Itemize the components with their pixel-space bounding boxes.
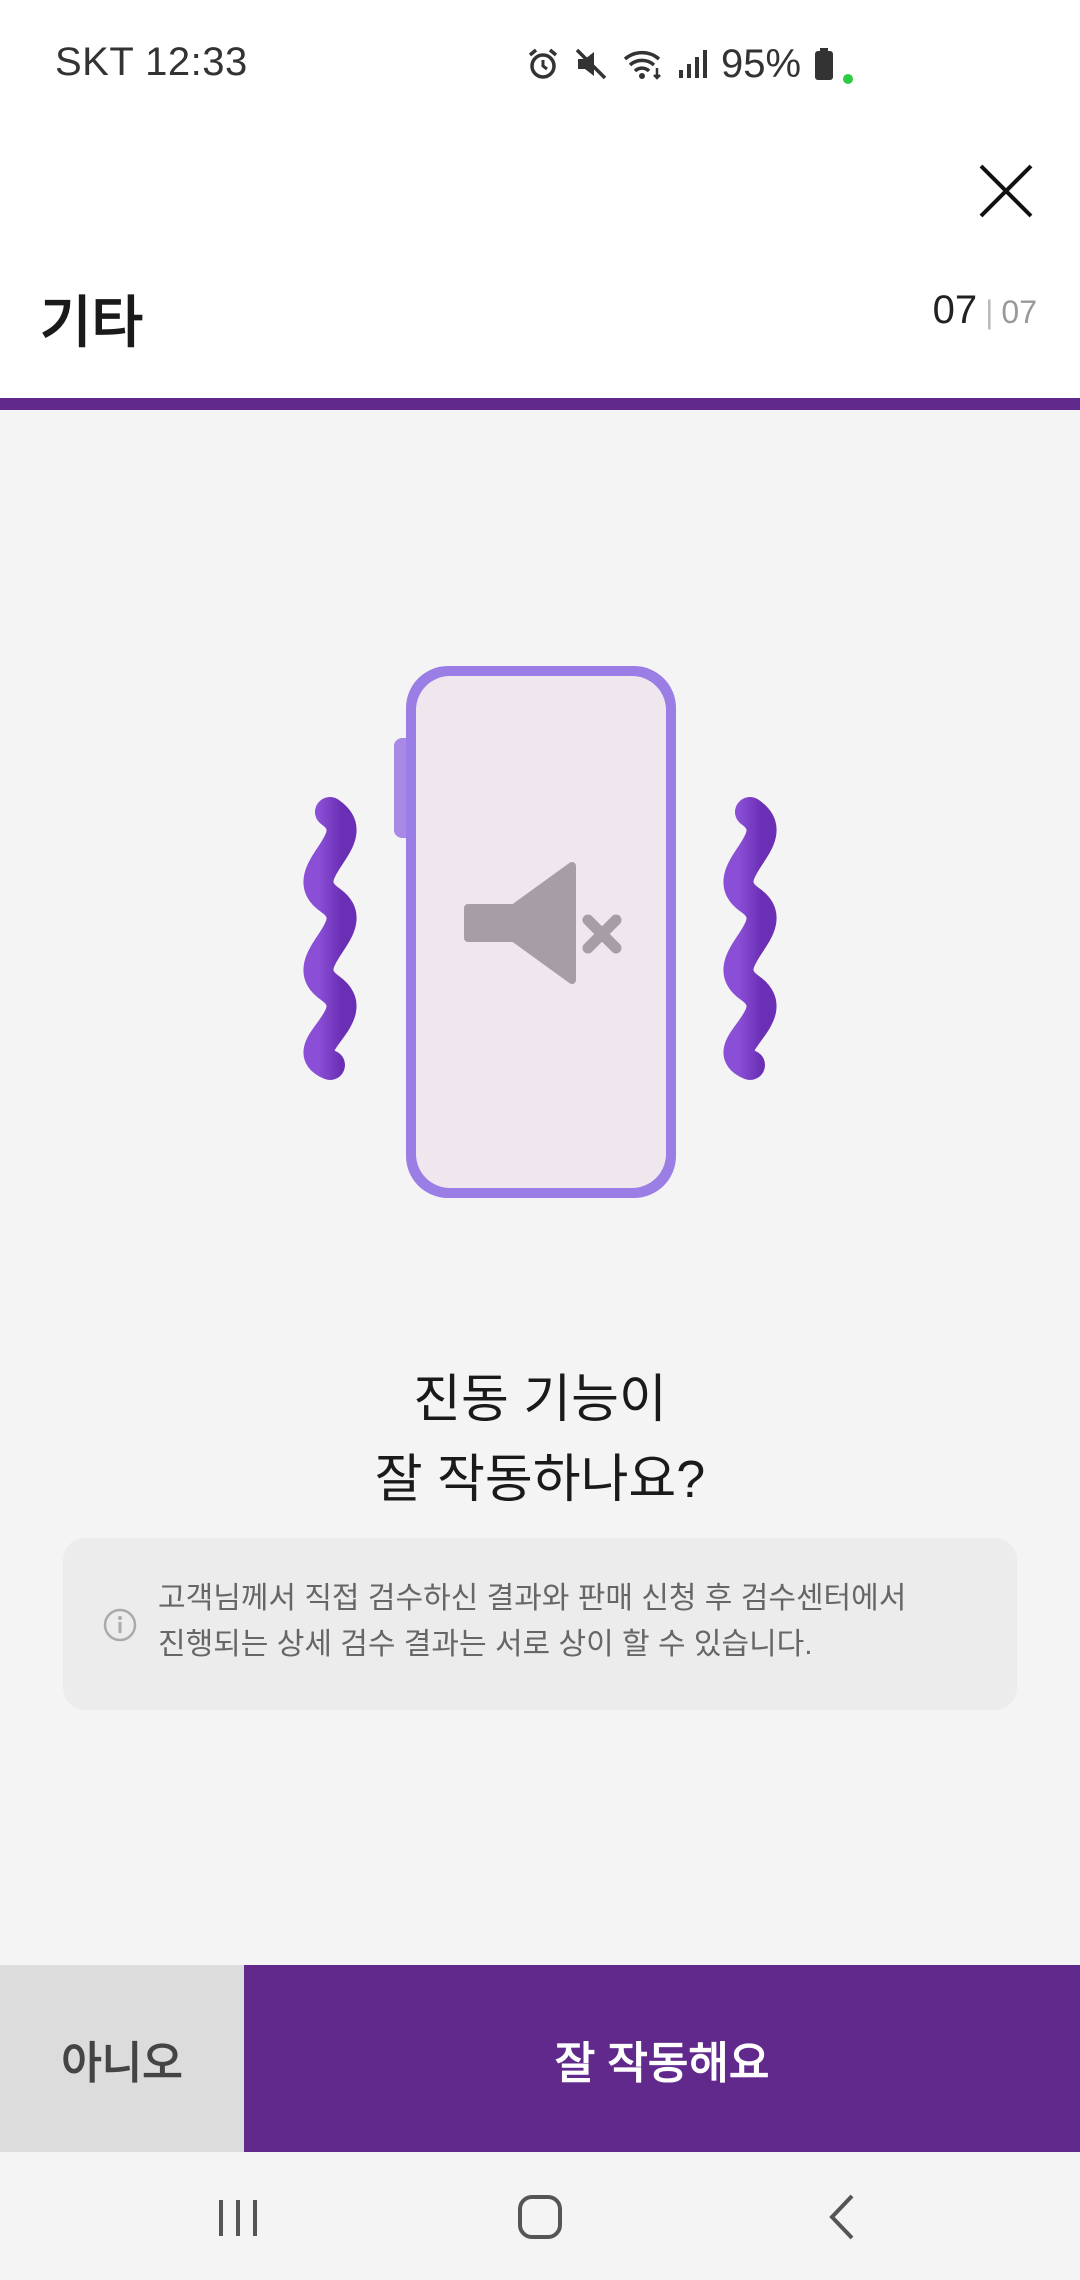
step-total: 07 [1001, 294, 1037, 330]
system-nav-bar [0, 2152, 1080, 2280]
page-title: 기타 [40, 291, 144, 354]
progress-bar [0, 398, 1080, 410]
header [0, 130, 1080, 398]
close-icon [979, 164, 1033, 218]
vibrating-muted-phone-icon [290, 650, 790, 1220]
back-icon [829, 2194, 854, 2240]
notice-line-2: 진행되는 상세 검수 결과는 서로 상이 할 수 있습니다. [158, 1628, 813, 1661]
signal-icon [677, 46, 709, 82]
info-icon [103, 1608, 137, 1642]
step-separator: | [985, 294, 994, 330]
battery-icon [813, 46, 835, 82]
home-icon [518, 2195, 562, 2239]
question-line-2: 잘 작동하나요? [374, 1451, 706, 1509]
battery-percent: 95% [721, 41, 802, 86]
status-bar: SKT 12:33 95% [0, 0, 1080, 130]
carrier-time: SKT 12:33 [55, 40, 248, 84]
question-line-1: 진동 기능이 [413, 1371, 667, 1429]
recent-apps-button[interactable] [203, 2182, 273, 2252]
back-button[interactable] [808, 2182, 878, 2252]
close-button[interactable] [975, 160, 1037, 222]
step-current: 07 [932, 288, 978, 332]
recent-apps-icon [219, 2200, 257, 2236]
notice-box: 고객님께서 직접 검수하신 결과와 판매 신청 후 검수센터에서 진행되는 상세… [63, 1538, 1017, 1710]
notice-text: 고객님께서 직접 검수하신 결과와 판매 신청 후 검수센터에서 진행되는 상세… [158, 1576, 978, 1668]
status-icons: 95% [525, 38, 854, 90]
question-text: 진동 기능이 잘 작동하나요? [0, 1360, 1080, 1520]
no-button[interactable]: 아니오 [0, 1965, 244, 2152]
alarm-icon [525, 46, 561, 82]
home-button[interactable] [505, 2182, 575, 2252]
notice-line-1: 고객님께서 직접 검수하신 결과와 판매 신청 후 검수센터에서 [158, 1582, 907, 1615]
mute-icon [573, 46, 609, 82]
works-well-button[interactable]: 잘 작동해요 [244, 1965, 1080, 2152]
privacy-indicator-dot [843, 74, 854, 84]
wifi-icon [621, 46, 665, 82]
step-counter: 07 | 07 [933, 288, 1037, 333]
